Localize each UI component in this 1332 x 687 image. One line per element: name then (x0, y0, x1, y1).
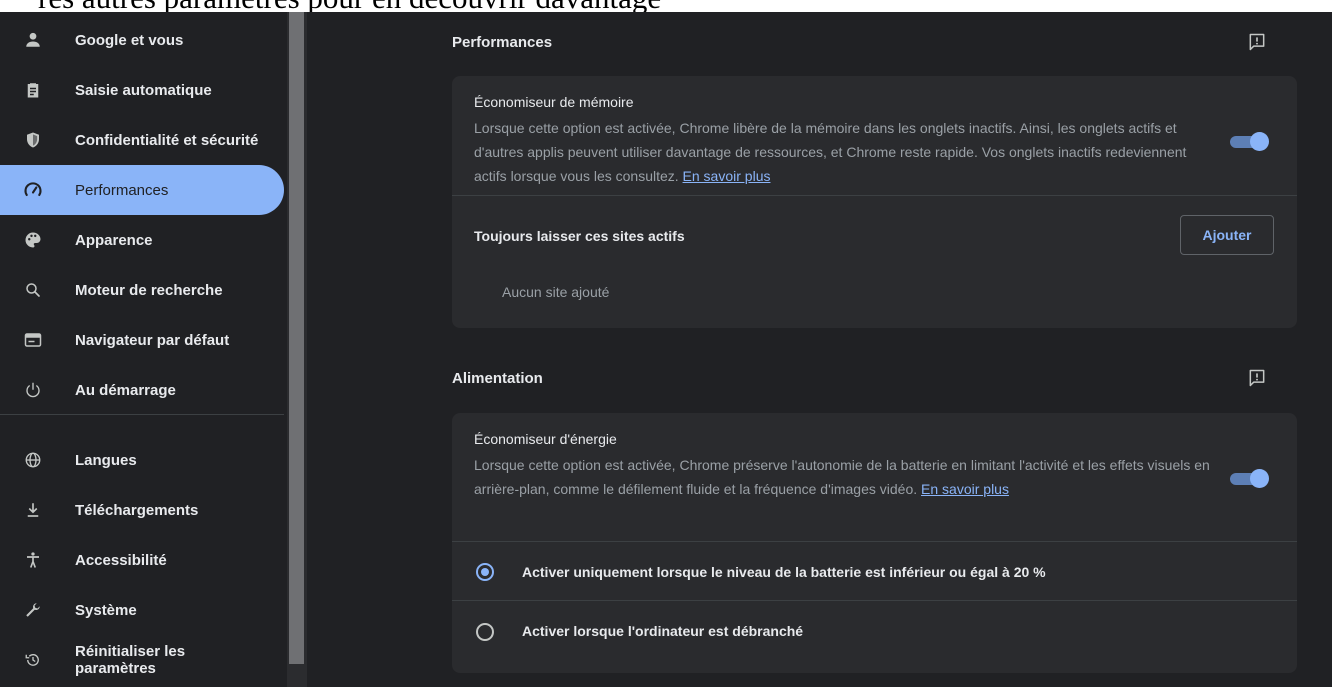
toggle-knob (1250, 469, 1269, 488)
sidebar-item-label: Google et vous (75, 31, 184, 49)
power-icon (22, 379, 44, 401)
cut-off-document-text: res autres paramètres pour en découvrir … (38, 0, 661, 12)
sidebar-item-label: Réinitialiser les paramètres (75, 643, 186, 677)
wrench-icon (22, 599, 44, 621)
settings-sidebar: Google et vous Saisie automatique Confid… (0, 12, 287, 687)
sidebar-item-autofill[interactable]: Saisie automatique (0, 65, 284, 115)
sidebar-item-label: Confidentialité et sécurité (75, 131, 259, 149)
sidebar-item-label: Navigateur par défaut (75, 331, 230, 349)
sidebar-item-label: Accessibilité (75, 551, 167, 569)
sidebar-item-google[interactable]: Google et vous (0, 15, 284, 65)
sidebar-item-privacy[interactable]: Confidentialité et sécurité (0, 115, 284, 165)
energy-saver-description-text: Lorsque cette option est activée, Chrome… (474, 457, 1210, 497)
sidebar-item-appearance[interactable]: Apparence (0, 215, 284, 265)
sidebar-item-label: Système (75, 601, 137, 619)
memory-saver-card: Économiseur de mémoire Lorsque cette opt… (452, 76, 1297, 328)
sidebar-item-languages[interactable]: Langues (0, 435, 284, 485)
power-section-title: Alimentation (452, 370, 543, 387)
add-site-button[interactable]: Ajouter (1180, 215, 1274, 255)
cut-off-document-strip: res autres paramètres pour en découvrir … (0, 0, 1332, 12)
browser-window-icon (22, 329, 44, 351)
always-active-sites-label: Toujours laisser ces sites actifs (474, 228, 685, 244)
unplugged-radio[interactable] (476, 623, 494, 641)
unplugged-label: Activer lorsque l'ordinateur est débranc… (522, 623, 804, 639)
performance-section-title: Performances (452, 34, 553, 51)
energy-saver-learn-more-link[interactable]: En savoir plus (921, 481, 1009, 497)
sidebar-item-label: Saisie automatique (75, 81, 212, 99)
energy-saver-card: Économiseur d'énergie Lorsque cette opti… (452, 413, 1297, 673)
speedometer-icon (22, 179, 44, 201)
sidebar-item-accessibility[interactable]: Accessibilité (0, 535, 284, 585)
sidebar-item-system[interactable]: Système (0, 585, 284, 635)
download-icon (22, 499, 44, 521)
sidebar-item-search-engine[interactable]: Moteur de recherche (0, 265, 284, 315)
sidebar-item-downloads[interactable]: Téléchargements (0, 485, 284, 535)
accessibility-icon (22, 549, 44, 571)
battery-threshold-radio[interactable] (476, 563, 494, 581)
feedback-icon[interactable] (1246, 367, 1268, 389)
sidebar-item-default-browser[interactable]: Navigateur par défaut (0, 315, 284, 365)
toggle-knob (1250, 132, 1269, 151)
memory-saver-learn-more-link[interactable]: En savoir plus (683, 168, 771, 184)
person-icon (22, 29, 44, 51)
no-sites-added-text: Aucun site ajouté (502, 284, 610, 300)
feedback-icon[interactable] (1246, 31, 1268, 53)
sidebar-item-label: Moteur de recherche (75, 281, 223, 299)
sidebar-item-label: Apparence (75, 231, 153, 249)
sidebar-scrollbar-thumb[interactable] (289, 12, 304, 664)
palette-icon (22, 229, 44, 251)
search-icon (22, 279, 44, 301)
memory-saver-description: Lorsque cette option est activée, Chrome… (474, 116, 1214, 188)
sidebar-item-on-startup[interactable]: Au démarrage (0, 365, 284, 415)
sidebar-item-performance[interactable]: Performances (0, 165, 284, 215)
memory-saver-description-text: Lorsque cette option est activée, Chrome… (474, 120, 1187, 184)
sidebar-item-label: Langues (75, 451, 137, 469)
globe-icon (22, 449, 44, 471)
card-separator (452, 541, 1297, 542)
sidebar-item-label: Téléchargements (75, 501, 199, 519)
sidebar-item-label: Au démarrage (75, 381, 176, 399)
battery-threshold-label: Activer uniquement lorsque le niveau de … (522, 564, 1046, 580)
memory-saver-toggle[interactable] (1230, 132, 1269, 151)
energy-saver-toggle[interactable] (1230, 469, 1269, 488)
card-separator (452, 195, 1297, 196)
clipboard-icon (22, 79, 44, 101)
restore-icon (22, 649, 44, 671)
card-separator (452, 600, 1297, 601)
sidebar-item-reset[interactable]: Réinitialiser les paramètres (0, 635, 284, 685)
energy-saver-title: Économiseur d'énergie (474, 431, 617, 447)
shield-icon (22, 129, 44, 151)
sidebar-divider (0, 414, 284, 415)
energy-saver-description: Lorsque cette option est activée, Chrome… (474, 453, 1214, 501)
memory-saver-title: Économiseur de mémoire (474, 94, 634, 110)
sidebar-item-label: Performances (75, 181, 169, 199)
